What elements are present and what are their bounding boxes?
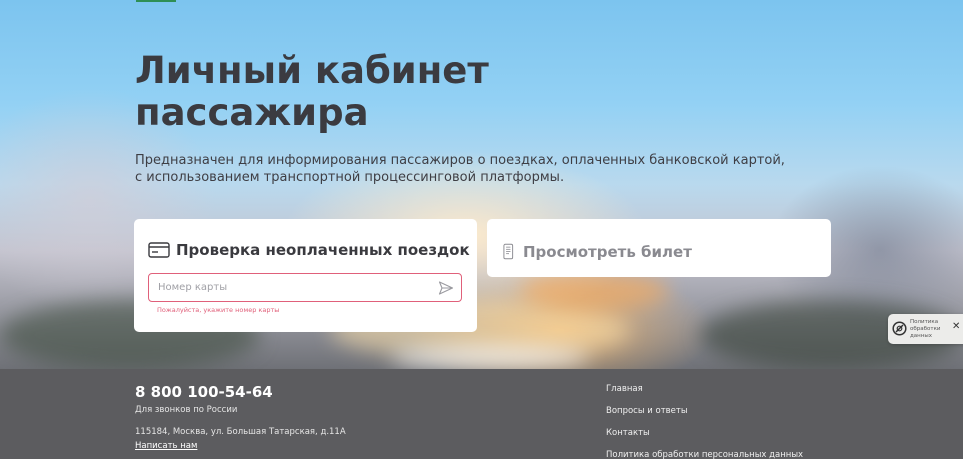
unpaid-trips-card: Проверка неоплаченных поездок Пожалуйста… [134, 219, 477, 332]
privacy-badge-text: Политика обработки данных [910, 319, 950, 340]
hero-section: Личный кабинет пассажира Предназначен дл… [0, 0, 963, 369]
footer-phone-note: Для звонков по России [135, 405, 238, 415]
privacy-icon [892, 321, 907, 336]
send-icon[interactable] [438, 280, 454, 296]
privacy-badge-line1: Политика [910, 319, 939, 325]
card-number-field[interactable] [148, 273, 462, 302]
credit-card-icon [148, 242, 170, 258]
footer-address: 115184, Москва, ул. Большая Татарская, д… [135, 427, 346, 437]
page-title-line1: Личный кабинет [135, 49, 489, 92]
card-number-error: Пожалуйста, укажите номер карты [157, 306, 280, 314]
view-ticket-card[interactable]: Просмотреть билет [487, 219, 831, 277]
unpaid-trips-header: Проверка неоплаченных поездок [148, 241, 470, 259]
card-number-input[interactable] [158, 274, 428, 301]
view-ticket-title[interactable]: Просмотреть билет [523, 243, 692, 261]
footer-phone[interactable]: 8 800 100-54-64 [135, 383, 273, 401]
footer-nav-home[interactable]: Главная [606, 384, 803, 406]
footer-nav-privacy-policy[interactable]: Политика обработки персональных данных [606, 450, 803, 472]
nav-active-indicator [136, 0, 176, 2]
ticket-icon [503, 243, 514, 260]
view-ticket-header[interactable]: Просмотреть билет [501, 241, 692, 262]
page-title: Личный кабинет пассажира [135, 50, 489, 134]
page-subtitle: Предназначен для информирования пассажир… [135, 153, 785, 185]
privacy-badge-line2: обработки [910, 326, 941, 332]
close-icon[interactable]: ✕ [952, 321, 960, 332]
footer-nav-contacts[interactable]: Контакты [606, 428, 803, 450]
write-to-us-link[interactable]: Написать нам [135, 441, 197, 451]
privacy-policy-badge[interactable]: Политика обработки данных ✕ [888, 314, 963, 344]
footer: 8 800 100-54-64 Для звонков по России 11… [0, 369, 963, 460]
page-title-line2: пассажира [135, 91, 369, 134]
footer-nav-faq[interactable]: Вопросы и ответы [606, 406, 803, 428]
unpaid-trips-title: Проверка неоплаченных поездок [176, 241, 470, 259]
privacy-badge-line3: данных [910, 333, 932, 339]
